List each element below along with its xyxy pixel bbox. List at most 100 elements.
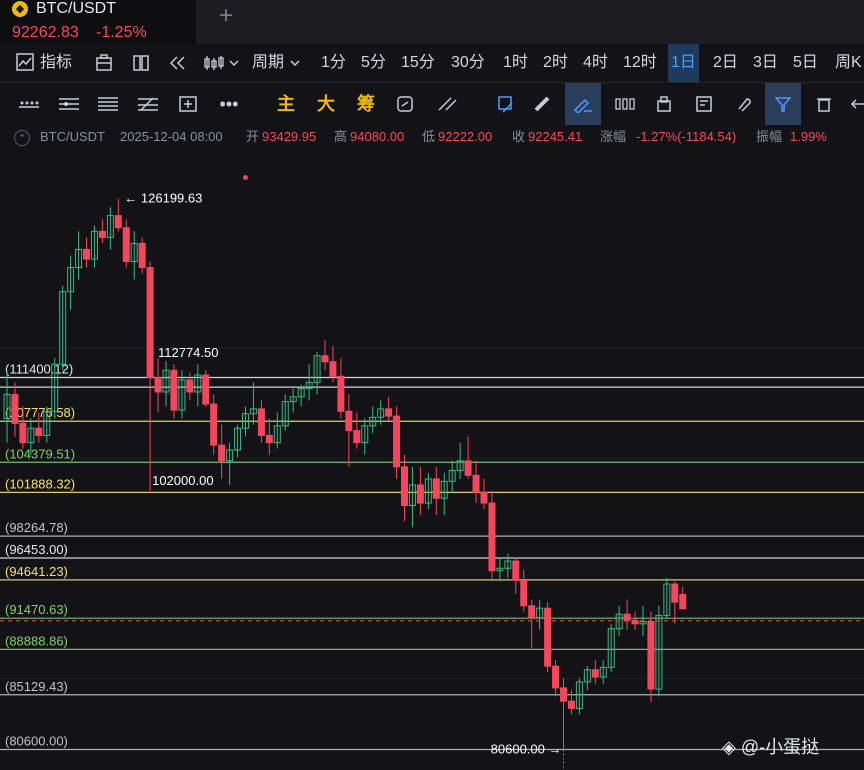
annotation-0: ← 126199.63 xyxy=(124,191,202,206)
brush-icon[interactable] xyxy=(565,83,601,125)
interval-6[interactable]: 4时 xyxy=(580,44,611,82)
interval-4[interactable]: 1时 xyxy=(500,44,531,82)
candle-body-27 xyxy=(218,444,226,462)
level-label-8: (91470.63) xyxy=(5,602,68,617)
filter-icon[interactable] xyxy=(765,83,801,125)
amplitude-label: 振幅 xyxy=(756,129,783,144)
annotation-3: 80600.00 → xyxy=(491,741,562,756)
back-arrow-icon[interactable] xyxy=(848,83,864,125)
candle-body-85 xyxy=(679,594,687,610)
horizontal-ruler-icon[interactable] xyxy=(16,83,42,125)
candle-body-58 xyxy=(464,460,472,476)
horizontal-lines-icon[interactable] xyxy=(56,83,82,125)
annotation-1: 112774.50 xyxy=(158,345,219,360)
amplitude-value: 1.99% xyxy=(790,129,827,144)
candle-body-15 xyxy=(122,227,130,263)
candle-body-81 xyxy=(647,620,655,690)
open-label: 开 xyxy=(246,129,260,144)
parallel-channel-icon[interactable] xyxy=(95,83,121,125)
candle-body-84 xyxy=(671,583,679,603)
candle-body-2 xyxy=(19,422,27,444)
interval-12[interactable]: 周K xyxy=(832,44,864,82)
candle-body-66 xyxy=(528,605,536,619)
candle-body-49 xyxy=(393,415,401,468)
collapse-icon[interactable]: ⌃ xyxy=(14,130,30,146)
interval-1[interactable]: 5分 xyxy=(358,44,389,82)
level-label-6: (96453.00) xyxy=(5,542,68,557)
level-label-9: (88888.86) xyxy=(5,633,68,648)
interval-7[interactable]: 12时 xyxy=(620,44,660,82)
candle-body-50 xyxy=(401,466,408,506)
rewind-icon[interactable] xyxy=(168,54,188,72)
chip-button[interactable]: 筹 xyxy=(352,83,380,125)
candle-body-18 xyxy=(146,267,154,378)
candle-body-61 xyxy=(488,502,496,572)
fib-tool-icon[interactable] xyxy=(135,83,161,125)
low-value: 92222.00 xyxy=(438,129,493,144)
replay-icon[interactable] xyxy=(392,83,418,125)
indicator-icon[interactable] xyxy=(16,53,34,71)
candle-body-70 xyxy=(560,687,567,702)
main-force-button[interactable]: 主 xyxy=(272,83,300,125)
period-dropdown[interactable]: 周期 xyxy=(252,44,284,82)
level-label-5: (98264.78) xyxy=(5,520,68,535)
trendline-icon[interactable] xyxy=(490,83,520,125)
high-label: 高 xyxy=(334,129,348,144)
note-icon[interactable] xyxy=(690,83,718,125)
timeframe-toolbar: 指标 周期 1分 5分 15分 30分 1时 2时 4时 12时 1日 2日 3日 5日 周K xyxy=(0,44,864,83)
candle-body-41 xyxy=(329,361,337,377)
layout-icon[interactable] xyxy=(95,54,113,72)
magnet-icon[interactable] xyxy=(730,83,758,125)
symbol-tab[interactable]: ◆ BTC/USDT 92262.83 -1.25% xyxy=(0,0,196,44)
settings-wand-icon[interactable] xyxy=(432,83,462,125)
interval-8[interactable]: 1日 xyxy=(668,44,699,82)
ruler-icon[interactable] xyxy=(528,83,558,125)
info-symbol: BTC/USDT xyxy=(40,129,105,144)
low-label: 低 xyxy=(422,129,436,144)
candle-body-60 xyxy=(480,491,488,504)
level-label-4: (101888.32) xyxy=(5,476,75,491)
add-tab-button[interactable]: + xyxy=(215,4,237,28)
interval-2[interactable]: 15分 xyxy=(398,44,438,82)
split-view-icon[interactable] xyxy=(132,54,150,72)
indicators-button[interactable]: 指标 xyxy=(40,44,72,82)
more-tools-icon[interactable]: ••• xyxy=(214,83,244,125)
candle-body-78 xyxy=(623,613,631,621)
annotation-2: 102000.00 xyxy=(152,473,213,488)
open-value: 93429.95 xyxy=(262,129,317,144)
candle-body-40 xyxy=(321,355,329,363)
tab-change: -1.25% xyxy=(96,24,147,41)
level-label-7: (94641.23) xyxy=(5,564,68,579)
lock-icon[interactable] xyxy=(650,83,678,125)
interval-9[interactable]: 2日 xyxy=(710,44,741,82)
candle-body-42 xyxy=(337,375,345,412)
interval-3[interactable]: 30分 xyxy=(448,44,488,82)
change-label: 涨幅 xyxy=(600,129,627,144)
candle-body-25 xyxy=(202,374,210,405)
candle-body-52 xyxy=(416,484,424,504)
measure-icon[interactable] xyxy=(175,83,201,125)
interval-10[interactable]: 3日 xyxy=(750,44,781,82)
candle-icon[interactable] xyxy=(610,83,640,125)
chevron-down-icon[interactable] xyxy=(288,54,302,72)
interval-5[interactable]: 2时 xyxy=(540,44,571,82)
binance-logo-icon: ◆ xyxy=(12,1,28,17)
level-label-3: (104379.51) xyxy=(5,446,75,461)
candle-body-10 xyxy=(83,248,90,260)
candle-body-23 xyxy=(186,379,194,393)
trash-icon[interactable] xyxy=(810,83,838,125)
close-value: 92245.41 xyxy=(528,129,583,144)
candle-body-74 xyxy=(591,669,599,678)
candle-body-12 xyxy=(98,230,106,238)
candlestick-chart[interactable]: (111400.12)(107776.58)(104379.51)(101888… xyxy=(0,148,864,770)
interval-11[interactable]: 5日 xyxy=(790,44,821,82)
big-order-button[interactable]: 大 xyxy=(312,83,340,125)
candle-body-44 xyxy=(353,430,361,444)
tab-price: 92262.83 xyxy=(12,24,79,41)
candle-body-14 xyxy=(114,215,122,229)
candle-body-1 xyxy=(11,393,19,424)
watermark: ◈ @-小蛋挞 xyxy=(722,737,820,757)
candle-type-icon[interactable] xyxy=(203,54,241,72)
interval-0[interactable]: 1分 xyxy=(318,44,349,82)
high-value: 94080.00 xyxy=(350,129,405,144)
